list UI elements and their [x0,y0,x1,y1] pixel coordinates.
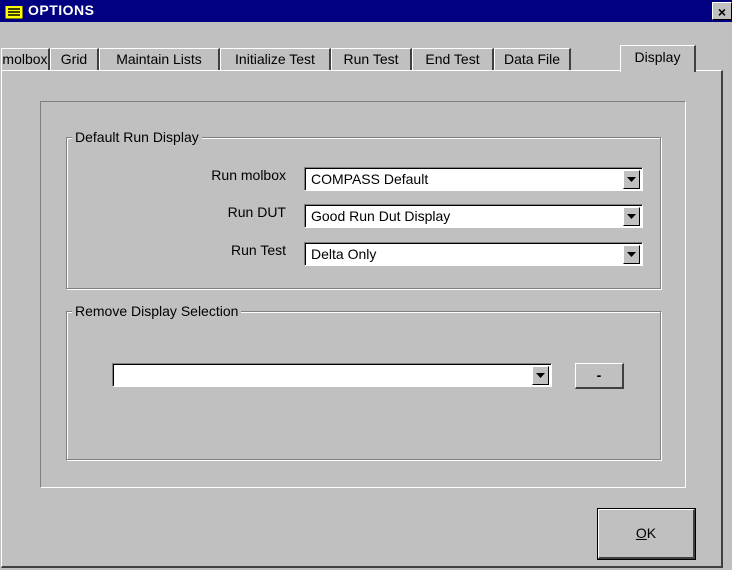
list-window-icon [4,2,24,20]
tab-data-file[interactable]: Data File [494,48,571,70]
chevron-down-icon[interactable] [623,207,640,226]
ok-label-rest: K [646,525,657,541]
chevron-down-icon[interactable] [532,366,549,385]
run-test-select[interactable]: Delta Only [304,242,643,266]
remove-display-select[interactable] [112,363,552,387]
ok-button[interactable]: OK [597,508,696,560]
tab-grid[interactable]: Grid [50,48,99,70]
run-dut-label: Run DUT [227,204,286,220]
tab-display[interactable]: Display [620,45,696,72]
default-run-display-legend: Default Run Display [72,129,202,145]
run-dut-select[interactable]: Good Run Dut Display [304,204,643,228]
run-molbox-label: Run molbox [211,167,286,183]
tab-run-test[interactable]: Run Test [331,48,412,70]
chevron-down-icon[interactable] [623,170,640,189]
ok-mnemonic: O [635,525,647,541]
run-molbox-select[interactable]: COMPASS Default [304,167,643,191]
window-title: OPTIONS [28,2,95,18]
run-molbox-value: COMPASS Default [311,171,429,187]
close-button[interactable]: × [712,2,732,20]
tab-maintain-lists[interactable]: Maintain Lists [99,48,220,70]
tab-initialize-test[interactable]: Initialize Test [220,48,331,70]
run-test-label: Run Test [231,242,286,258]
remove-display-legend: Remove Display Selection [72,303,242,319]
tab-molbox[interactable]: molbox [1,48,50,70]
remove-display-button[interactable]: - [575,363,624,389]
run-dut-value: Good Run Dut Display [311,208,451,224]
chevron-down-icon[interactable] [623,245,640,264]
run-test-value: Delta Only [311,246,377,262]
title-bar: OPTIONS × [0,0,732,22]
tab-end-test[interactable]: End Test [412,48,494,70]
